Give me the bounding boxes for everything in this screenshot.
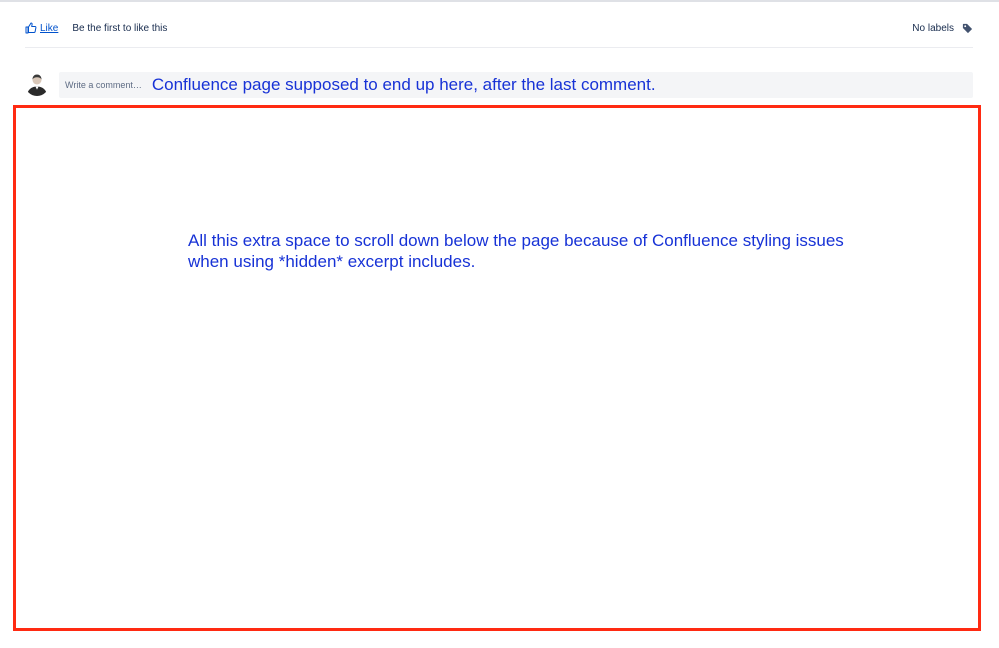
labels-text: No labels <box>912 22 954 34</box>
section-divider <box>25 47 973 48</box>
top-divider <box>0 0 999 2</box>
labels-section: No labels <box>912 23 973 34</box>
like-summary: Be the first to like this <box>72 22 168 34</box>
like-bar: Like Be the first to like this No labels <box>25 18 973 38</box>
confluence-page-bottom: Like Be the first to like this No labels… <box>0 0 999 648</box>
comment-input[interactable]: Write a comment… Confluence page suppose… <box>59 72 973 98</box>
avatar <box>25 72 49 96</box>
highlight-box <box>13 105 981 631</box>
comment-row: Write a comment… Confluence page suppose… <box>25 72 973 98</box>
like-label[interactable]: Like <box>40 23 58 34</box>
thumbs-up-icon <box>25 22 37 34</box>
comment-placeholder: Write a comment… <box>65 80 142 90</box>
annotation-top-note: Confluence page supposed to end up here,… <box>151 75 656 94</box>
annotation-center-note: All this extra space to scroll down belo… <box>188 231 844 271</box>
like-button[interactable]: Like <box>25 22 58 34</box>
tag-icon[interactable] <box>962 23 973 34</box>
